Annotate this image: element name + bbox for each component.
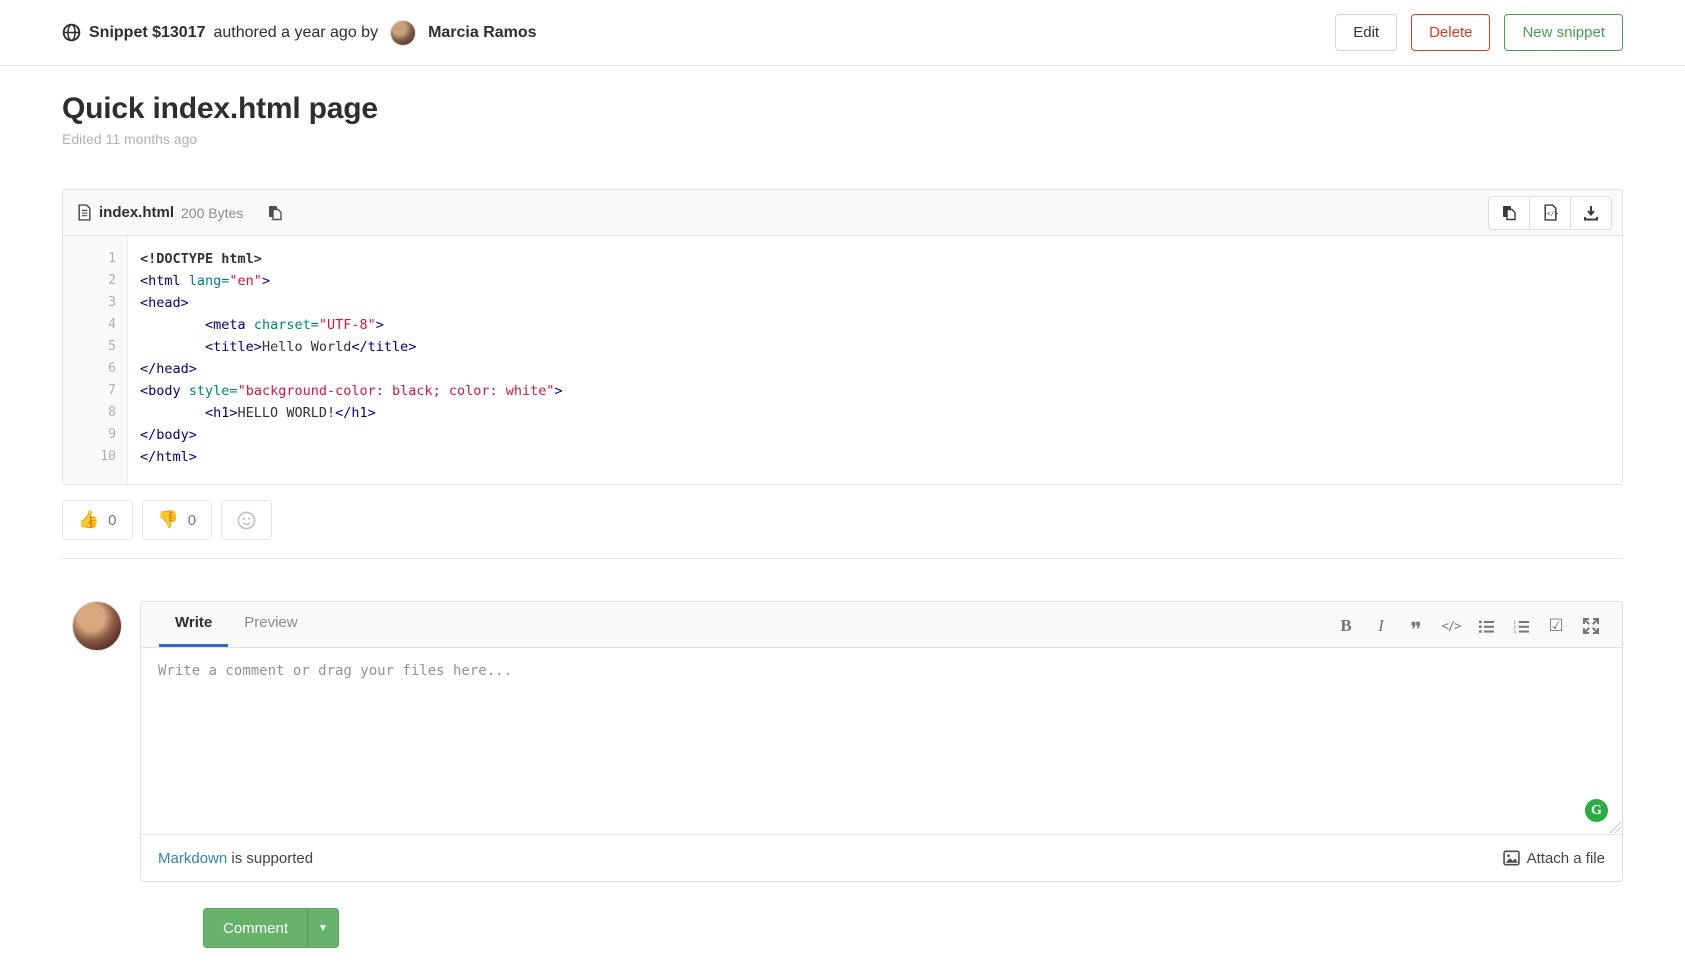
grammarly-badge[interactable]: G (1585, 799, 1608, 822)
numbered-list-icon[interactable]: 123 (1510, 616, 1532, 636)
line-number-link[interactable]: 3 (63, 292, 127, 314)
add-reaction-button[interactable] (221, 500, 272, 540)
code-line-content: <head> (127, 292, 189, 314)
code-line: 8 <h1>HELLO WORLD!</h1> (63, 402, 1622, 424)
thumbsdown-icon: 👎 (158, 510, 179, 530)
file-viewer: index.html 200 Bytes </> 1<!DOCTYPE html… (62, 189, 1623, 485)
editor-footer: Markdown is supported Attach a file (141, 834, 1622, 881)
quote-icon[interactable]: ❞ (1405, 616, 1427, 636)
svg-text:</>: </> (1546, 210, 1557, 218)
new-comment-section: Write Preview B I ❞ </> 123 ☑ (62, 559, 1623, 882)
open-raw-button[interactable]: </> (1529, 196, 1571, 230)
snippet-meta: Snippet $13017 authored a year ago by Ma… (62, 20, 537, 46)
line-number-link[interactable]: 4 (63, 314, 127, 336)
markdown-supported-note: Markdown is supported (158, 850, 313, 867)
delete-button[interactable]: Delete (1411, 14, 1490, 51)
tab-write[interactable]: Write (159, 601, 228, 647)
current-user-avatar (72, 601, 122, 651)
chevron-down-icon: ▼ (318, 923, 328, 934)
code-icon[interactable]: </> (1440, 616, 1462, 636)
new-snippet-button[interactable]: New snippet (1504, 14, 1623, 51)
snippet-id-label: Snippet $13017 (89, 24, 206, 42)
comment-editor: Write Preview B I ❞ </> 123 ☑ (140, 601, 1623, 882)
globe-icon (62, 23, 81, 42)
thumbsdown-count: 0 (188, 512, 196, 529)
line-number-link[interactable]: 1 (63, 248, 127, 270)
author-name-link[interactable]: Marcia Ramos (428, 24, 537, 42)
thumbsdown-award-button[interactable]: 👎 0 (142, 500, 213, 540)
edited-timestamp: Edited 11 months ago (62, 131, 1623, 147)
tab-preview[interactable]: Preview (228, 601, 313, 647)
award-emoji-row: 👍 0 👎 0 (62, 500, 1623, 540)
code-line-content: <h1>HELLO WORLD!</h1> (127, 402, 376, 424)
code-line: 3<head> (63, 292, 1622, 314)
copy-contents-button[interactable] (1488, 196, 1530, 230)
code-line-content: <!DOCTYPE html> (127, 248, 262, 270)
code-line-content: <body style="background-color: black; co… (127, 380, 563, 402)
code-table: 1<!DOCTYPE html>2<html lang="en">3<head>… (63, 236, 1622, 484)
download-button[interactable] (1570, 196, 1612, 230)
line-number-link[interactable]: 8 (63, 402, 127, 424)
image-icon (1503, 850, 1520, 866)
code-line: 9</body> (63, 424, 1622, 446)
submit-row: Comment ▼ (203, 908, 1623, 948)
code-line-content: <title>Hello World</title> (127, 336, 416, 358)
thumbsup-count: 0 (108, 512, 116, 529)
file-name: index.html (99, 204, 174, 221)
code-line-content: <meta charset="UTF-8"> (127, 314, 384, 336)
task-list-icon[interactable]: ☑ (1545, 616, 1567, 636)
comment-textarea[interactable] (141, 648, 1622, 834)
page-title: Quick index.html page (62, 92, 1623, 126)
thumbsup-icon: 👍 (78, 510, 99, 530)
code-line: 10</html> (63, 446, 1622, 468)
copy-file-path-button[interactable] (263, 200, 287, 225)
editor-tabs: Write Preview (159, 601, 314, 647)
file-size: 200 Bytes (181, 205, 243, 221)
markdown-link[interactable]: Markdown (158, 850, 227, 867)
edit-button[interactable]: Edit (1335, 14, 1397, 51)
line-number-link[interactable]: 6 (63, 358, 127, 380)
code-line: 1<!DOCTYPE html> (63, 248, 1622, 270)
line-number-link[interactable]: 5 (63, 336, 127, 358)
attach-file-label: Attach a file (1527, 850, 1605, 867)
markdown-editor-header: Write Preview B I ❞ </> 123 ☑ (141, 602, 1622, 648)
supported-text: is supported (227, 850, 313, 867)
author-avatar[interactable] (390, 20, 416, 46)
line-number-link[interactable]: 7 (63, 380, 127, 402)
file-header: index.html 200 Bytes </> (63, 190, 1622, 236)
snippet-header-bar: Snippet $13017 authored a year ago by Ma… (0, 0, 1685, 66)
fullscreen-icon[interactable] (1580, 616, 1602, 636)
snippet-title-block: Quick index.html page Edited 11 months a… (62, 66, 1623, 147)
code-line: 4 <meta charset="UTF-8"> (63, 314, 1622, 336)
code-line: 2<html lang="en"> (63, 270, 1622, 292)
code-line: 6</head> (63, 358, 1622, 380)
italic-icon[interactable]: I (1370, 616, 1392, 636)
code-line: 5 <title>Hello World</title> (63, 336, 1622, 358)
authored-text: authored a year ago by (214, 24, 379, 42)
comment-submit-button[interactable]: Comment (203, 908, 307, 948)
write-area: G (141, 648, 1622, 834)
code-line: 7<body style="background-color: black; c… (63, 380, 1622, 402)
line-number-link[interactable]: 9 (63, 424, 127, 446)
code-line-content: <html lang="en"> (127, 270, 270, 292)
attach-file-button[interactable]: Attach a file (1503, 850, 1605, 867)
code-line-content: </head> (127, 358, 197, 380)
comment-dropdown-caret[interactable]: ▼ (307, 908, 339, 948)
code-line-content: </html> (127, 446, 197, 468)
thumbsup-award-button[interactable]: 👍 0 (62, 500, 133, 540)
line-number-link[interactable]: 10 (63, 446, 127, 468)
code-line-content: </body> (127, 424, 197, 446)
svg-text:3: 3 (1513, 629, 1516, 633)
snippet-actions: Edit Delete New snippet (1335, 14, 1623, 51)
bullet-list-icon[interactable] (1475, 616, 1497, 636)
file-actions-group: </> (1489, 196, 1612, 230)
resize-handle[interactable] (1609, 821, 1621, 833)
markdown-toolbar: B I ❞ </> 123 ☑ (1335, 616, 1622, 647)
bold-icon[interactable]: B (1335, 616, 1357, 636)
file-icon (77, 204, 92, 221)
line-number-link[interactable]: 2 (63, 270, 127, 292)
smiley-icon (237, 511, 256, 530)
